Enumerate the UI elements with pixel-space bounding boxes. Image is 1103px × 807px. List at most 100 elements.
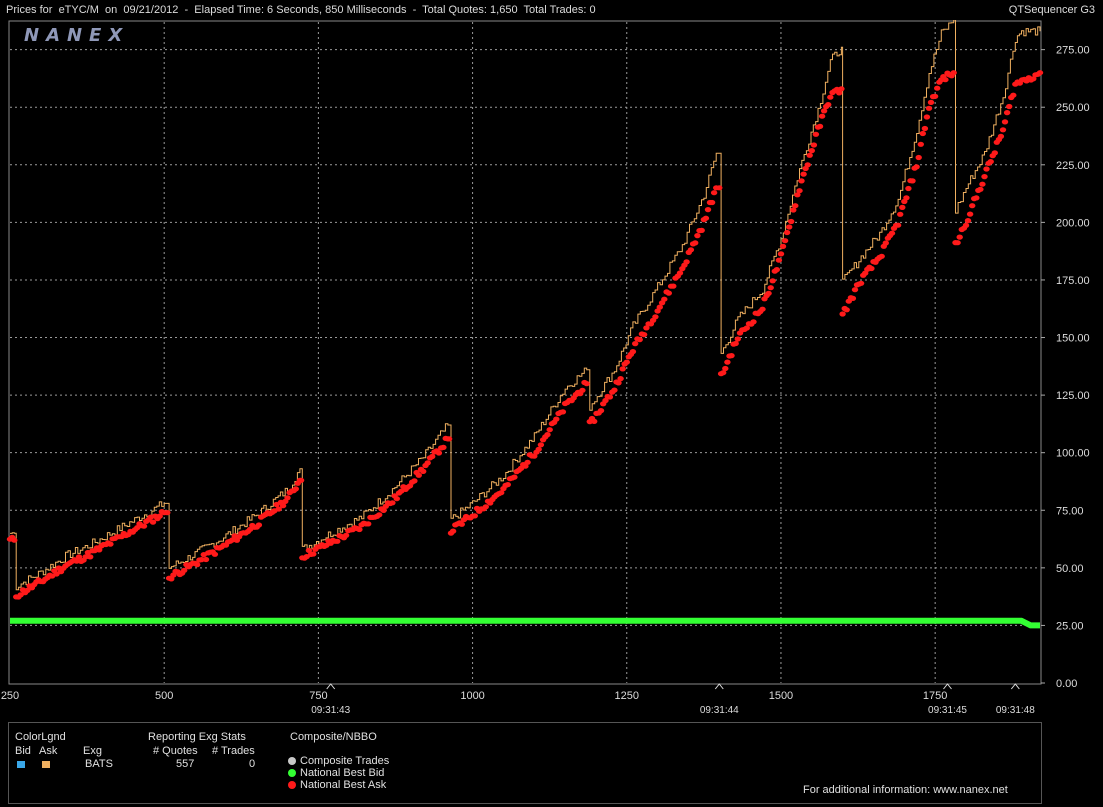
ask-point	[899, 204, 906, 210]
ask-point	[825, 102, 832, 108]
ask-point	[1036, 70, 1044, 76]
ask-point	[722, 365, 729, 372]
ask-point	[983, 166, 990, 172]
ask-point	[931, 93, 939, 99]
ask-point	[365, 521, 372, 527]
ask-point	[429, 453, 436, 460]
ask-point	[310, 551, 317, 557]
ask-point	[1006, 103, 1013, 110]
ask-point	[202, 556, 210, 563]
ask-point	[769, 278, 776, 284]
ask-point	[393, 496, 400, 502]
ask-point	[882, 240, 889, 246]
national-best-ask-marker	[288, 781, 296, 789]
bid-label: Bid	[15, 745, 31, 757]
ask-point	[843, 307, 850, 313]
ask-point	[987, 159, 994, 165]
ask-point	[921, 125, 929, 132]
ask-point	[999, 127, 1007, 133]
x-tick-label: 500	[155, 690, 173, 702]
ask-point	[623, 359, 630, 365]
time-marker	[1010, 683, 1020, 690]
ask-point	[950, 70, 957, 76]
ask-point	[11, 537, 18, 543]
ask-point	[796, 188, 803, 194]
ask-point	[107, 541, 114, 547]
y-tick-label: 75.00	[1056, 505, 1084, 517]
ask-point	[687, 247, 695, 253]
ask-point	[816, 123, 824, 129]
ask-point	[849, 295, 857, 301]
ask-point	[734, 336, 741, 342]
ask-point	[767, 285, 774, 291]
y-tick-label: 275.00	[1056, 45, 1090, 57]
exg-stats-title: Reporting Exg Stats	[148, 731, 246, 743]
y-tick-label: 200.00	[1056, 217, 1090, 229]
ask-point	[775, 257, 783, 263]
ask-point	[420, 468, 427, 474]
ask-point	[356, 526, 363, 533]
exchange-name: BATS	[85, 758, 113, 770]
ask-point	[903, 195, 910, 201]
ask-point	[878, 253, 885, 259]
ask-point	[724, 359, 731, 365]
y-tick-label: 25.00	[1056, 620, 1084, 632]
ask-point	[934, 85, 941, 91]
ask-point	[868, 265, 875, 272]
ask-point	[777, 251, 785, 257]
trades-count: 0	[249, 758, 256, 770]
y-tick-label: 125.00	[1056, 390, 1090, 402]
ask-point	[670, 283, 677, 289]
ask-point	[913, 164, 920, 170]
y-tick-label: 0.00	[1056, 678, 1077, 690]
ask-point	[818, 113, 826, 119]
x-tick-label: 750	[309, 690, 327, 702]
x-tick-label: 1750	[923, 690, 947, 702]
ask-point	[964, 218, 972, 224]
composite-trades-marker	[288, 757, 296, 765]
ask-point	[376, 512, 383, 518]
ask-point	[694, 233, 701, 239]
ask-point	[537, 442, 545, 448]
ask-point	[471, 513, 478, 519]
ask-point	[342, 532, 350, 538]
ask-point	[915, 154, 922, 161]
y-tick-label: 250.00	[1056, 102, 1090, 114]
national-best-ask-label: National Best Ask	[300, 779, 387, 791]
ask-point	[897, 211, 904, 217]
quotes-count: 557	[176, 758, 195, 770]
ask-point	[140, 523, 148, 529]
ask-point	[806, 152, 813, 158]
x-axis: 250 500 750 1000 1250 1500 1750 09:31:43 09:31:4…	[1, 683, 1035, 716]
ask-point	[164, 510, 171, 516]
exchange-column-header: Exg	[83, 745, 102, 757]
ask-point	[927, 99, 935, 105]
ask-point	[981, 174, 988, 180]
price-chart: 0.00 25.00 50.00 75.00 100.00 125.00 150.00 175…	[1, 20, 1090, 716]
ask-point	[704, 207, 712, 213]
ask-point	[1001, 119, 1009, 125]
ask-point	[87, 554, 94, 560]
ask-point	[710, 190, 718, 196]
composite-trades-label: Composite Trades	[300, 755, 390, 767]
legend-panel: ColorLgnd Bid Ask Exg BATS Reporting Exg…	[8, 722, 1042, 804]
ask-point	[535, 446, 542, 452]
time-label: 09:31:44	[700, 705, 739, 716]
time-label: 09:31:48	[996, 705, 1035, 716]
ask-point	[559, 409, 567, 415]
title-bar: Prices for eTYC/M on 09/21/2012 - Elapse…	[0, 0, 1103, 20]
ask-point	[211, 551, 219, 557]
nanex-logo: NANEX	[24, 25, 130, 46]
ask-point	[435, 450, 443, 456]
time-label: 09:31:45	[928, 705, 967, 716]
ask-point	[458, 521, 465, 527]
x-tick-label: 1500	[769, 690, 793, 702]
ask-point	[449, 528, 457, 534]
y-tick-label: 50.00	[1056, 563, 1084, 575]
ask-point	[839, 311, 846, 317]
ask-point	[954, 240, 961, 246]
ask-point	[779, 243, 787, 249]
x-tick-label: 1250	[615, 690, 639, 702]
ask-point	[606, 394, 614, 400]
ask-point	[919, 130, 926, 137]
